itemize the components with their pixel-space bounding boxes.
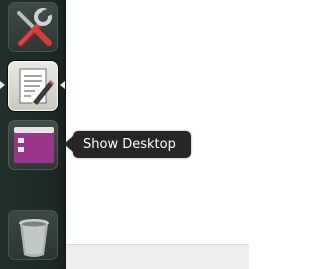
launcher-border	[65, 0, 66, 269]
show-desktop-tooltip: Show Desktop	[73, 131, 191, 158]
trash-icon	[19, 219, 49, 257]
tooltip-arrow	[64, 136, 73, 152]
launcher	[0, 0, 65, 269]
show-desktop-icon	[14, 127, 54, 163]
system-settings-icon	[17, 7, 55, 47]
text-editor-icon	[19, 68, 54, 107]
launcher-item-system-settings[interactable]	[8, 2, 58, 52]
running-indicator-left	[0, 81, 5, 89]
bottom-panel	[66, 244, 249, 269]
launcher-item-text-editor[interactable]	[8, 61, 58, 111]
launcher-item-trash[interactable]	[8, 210, 58, 260]
launcher-item-show-desktop[interactable]	[8, 120, 58, 170]
